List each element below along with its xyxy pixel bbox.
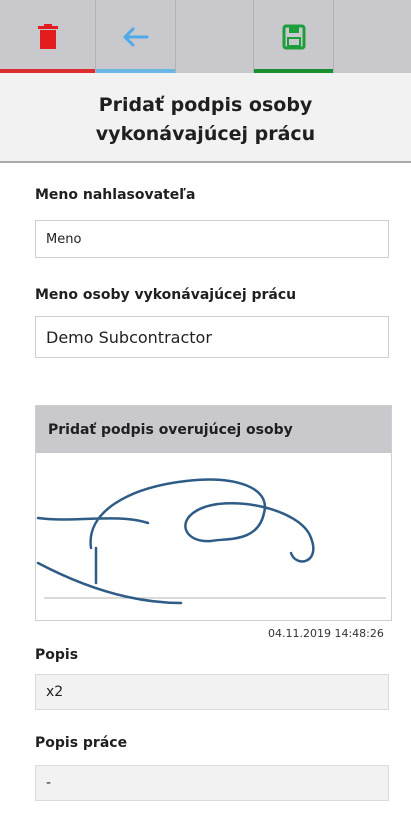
- delete-button[interactable]: [0, 0, 96, 73]
- arrow-left-icon: [123, 27, 148, 46]
- back-button[interactable]: [96, 0, 176, 73]
- work-description-label: Popis práce: [35, 735, 128, 751]
- signature-header: Pridať podpis overujúcej osoby: [36, 406, 391, 453]
- signature-drawing: [36, 478, 386, 605]
- reporter-name-field[interactable]: Meno: [35, 220, 389, 258]
- worker-label: Meno osoby vykonávajúcej prácu: [35, 287, 297, 303]
- description-label: Popis: [35, 647, 79, 663]
- signature-canvas[interactable]: [36, 453, 391, 620]
- description-field: x2: [35, 674, 389, 710]
- signature-panel: Pridať podpis overujúcej osoby: [35, 405, 392, 621]
- title-area: Pridať podpis osoby vykonávajúcej prácu: [0, 73, 411, 163]
- work-description-field: -: [35, 765, 389, 801]
- reporter-label: Meno nahlasovateľa: [35, 187, 196, 203]
- save-button[interactable]: [254, 0, 334, 73]
- floppy-disk-icon: [282, 24, 305, 49]
- signature-timestamp: 04.11.2019 14:48:26: [268, 627, 384, 640]
- toolbar: [0, 0, 411, 73]
- toolbar-empty-slot: [334, 0, 411, 73]
- toolbar-empty-slot: [176, 0, 254, 73]
- trash-icon: [37, 23, 58, 49]
- worker-name-field[interactable]: Demo Subcontractor: [35, 316, 389, 358]
- page-title: Pridať podpis osoby vykonávajúcej prácu: [95, 94, 316, 145]
